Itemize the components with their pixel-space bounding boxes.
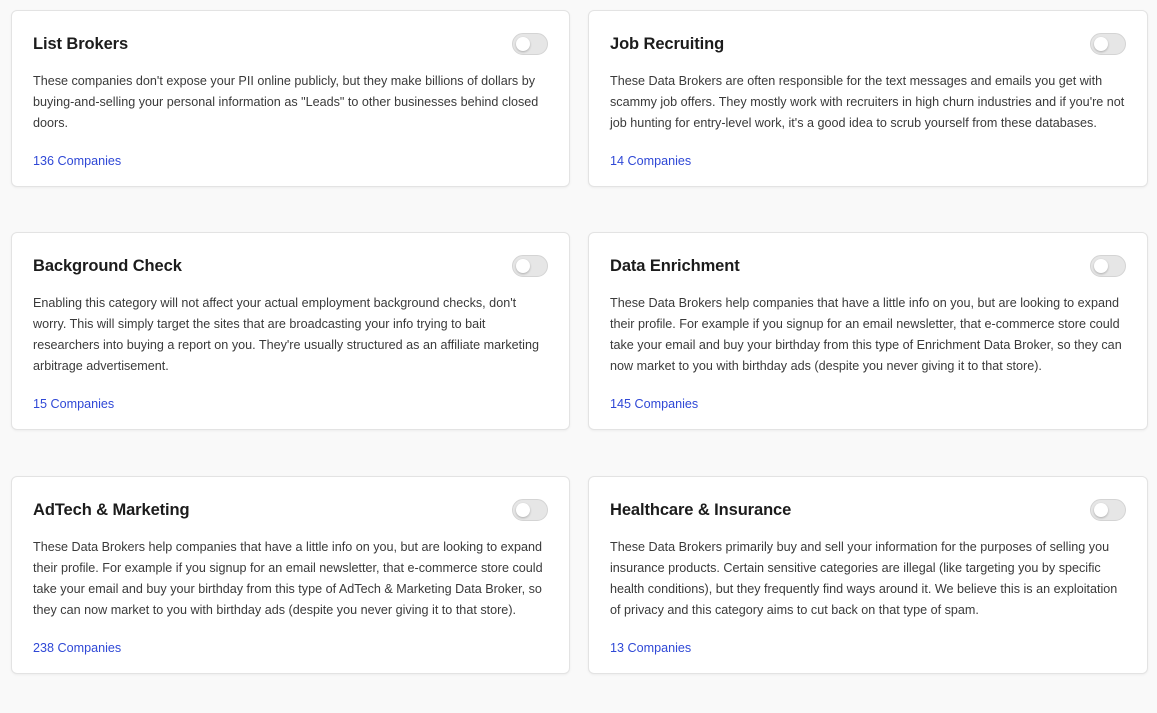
toggle-knob bbox=[516, 503, 530, 517]
card-description: These Data Brokers help companies that h… bbox=[33, 540, 543, 617]
companies-link[interactable]: 145 Companies bbox=[610, 396, 698, 412]
category-card-background-check: Background Check Enabling this category … bbox=[11, 232, 570, 430]
card-header: List Brokers bbox=[33, 33, 548, 55]
card-header: Data Enrichment bbox=[610, 255, 1126, 277]
category-toggle[interactable] bbox=[1090, 255, 1126, 277]
category-toggle[interactable] bbox=[512, 33, 548, 55]
card-header: Job Recruiting bbox=[610, 33, 1126, 55]
card-title: List Brokers bbox=[33, 34, 129, 53]
toggle-knob bbox=[516, 259, 530, 273]
category-card-adtech-marketing: AdTech & Marketing These Data Brokers he… bbox=[11, 476, 570, 674]
card-title: Healthcare & Insurance bbox=[610, 500, 792, 519]
card-header: Background Check bbox=[33, 255, 548, 277]
companies-link[interactable]: 238 Companies bbox=[33, 640, 121, 656]
card-title: Job Recruiting bbox=[610, 34, 725, 53]
category-toggle[interactable] bbox=[512, 499, 548, 521]
card-description: These Data Brokers are often responsible… bbox=[610, 74, 1125, 130]
companies-link[interactable]: 14 Companies bbox=[610, 153, 691, 169]
toggle-knob bbox=[1094, 37, 1108, 51]
card-description: These Data Brokers help companies that h… bbox=[610, 296, 1122, 373]
companies-link[interactable]: 136 Companies bbox=[33, 153, 121, 169]
category-toggle[interactable] bbox=[1090, 499, 1126, 521]
category-card-list-brokers: List Brokers These companies don't expos… bbox=[11, 10, 570, 187]
card-description: These companies don't expose your PII on… bbox=[33, 74, 539, 130]
category-toggle[interactable] bbox=[1090, 33, 1126, 55]
companies-link[interactable]: 15 Companies bbox=[33, 396, 114, 412]
category-card-healthcare-insurance: Healthcare & Insurance These Data Broker… bbox=[588, 476, 1148, 674]
toggle-knob bbox=[1094, 503, 1108, 517]
card-title: AdTech & Marketing bbox=[33, 500, 190, 519]
toggle-knob bbox=[1094, 259, 1108, 273]
companies-link[interactable]: 13 Companies bbox=[610, 640, 691, 656]
card-title: Background Check bbox=[33, 256, 182, 275]
toggle-knob bbox=[516, 37, 530, 51]
card-description: These Data Brokers primarily buy and sel… bbox=[610, 540, 1118, 617]
card-header: AdTech & Marketing bbox=[33, 499, 548, 521]
card-header: Healthcare & Insurance bbox=[610, 499, 1126, 521]
category-card-data-enrichment: Data Enrichment These Data Brokers help … bbox=[588, 232, 1148, 430]
category-toggle[interactable] bbox=[512, 255, 548, 277]
card-description: Enabling this category will not affect y… bbox=[33, 296, 539, 373]
category-card-job-recruiting: Job Recruiting These Data Brokers are of… bbox=[588, 10, 1148, 187]
card-title: Data Enrichment bbox=[610, 256, 740, 275]
